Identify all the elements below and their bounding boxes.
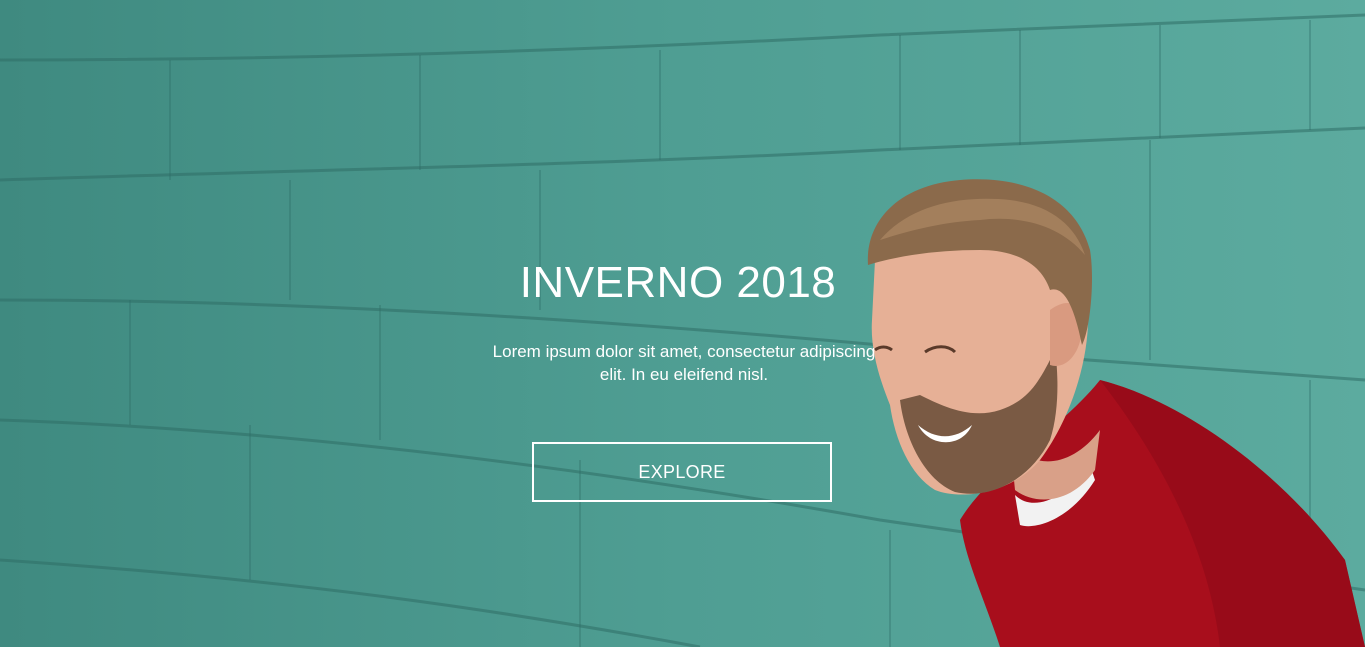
explore-button[interactable]: EXPLORE bbox=[532, 442, 832, 502]
hero-banner: INVERNO 2018 Lorem ipsum dolor sit amet,… bbox=[0, 0, 1365, 647]
hero-title: INVERNO 2018 bbox=[519, 258, 837, 307]
hero-content: INVERNO 2018 Lorem ipsum dolor sit amet,… bbox=[0, 0, 1365, 647]
hero-subtitle: Lorem ipsum dolor sit amet, consectetur … bbox=[492, 342, 876, 384]
